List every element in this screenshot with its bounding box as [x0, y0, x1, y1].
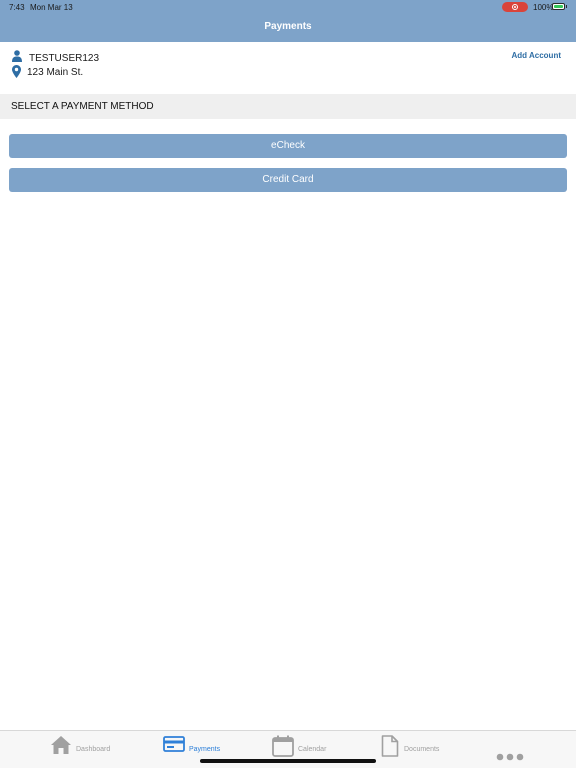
tab-more[interactable]: [494, 735, 524, 761]
location-pin-icon: [12, 65, 21, 78]
tab-payments[interactable]: Payments: [163, 735, 233, 759]
home-indicator[interactable]: [200, 759, 376, 763]
document-icon: [381, 735, 399, 757]
more-icon: [496, 753, 524, 761]
calendar-icon: [272, 735, 294, 757]
status-date: Mon Mar 13: [30, 3, 73, 12]
account-address: 123 Main St.: [27, 67, 84, 78]
tab-calendar[interactable]: Calendar: [272, 735, 342, 759]
battery-icon: [552, 3, 567, 10]
add-account-link[interactable]: Add Account: [512, 51, 561, 60]
person-icon: [12, 50, 22, 62]
home-icon: [51, 736, 71, 754]
tab-documents[interactable]: Documents: [381, 735, 451, 759]
status-time: 7:43: [9, 3, 25, 12]
account-info: TESTUSER123 123 Main St. Add Account: [0, 42, 576, 94]
section-header: SELECT A PAYMENT METHOD: [0, 94, 576, 119]
echeck-button[interactable]: eCheck: [9, 134, 567, 158]
battery-percentage: 100%: [533, 3, 554, 12]
status-bar: 7:43 Mon Mar 13 100%: [0, 0, 576, 14]
tab-payments-label: Payments: [189, 746, 221, 753]
account-username: TESTUSER123: [29, 53, 100, 64]
credit-card-button[interactable]: Credit Card: [9, 168, 567, 192]
tab-documents-label: Documents: [404, 746, 440, 753]
app-header: 7:43 Mon Mar 13 100% Payments: [0, 0, 576, 42]
section-title: SELECT A PAYMENT METHOD: [11, 101, 154, 112]
credit-card-icon: [163, 736, 185, 752]
page-title: Payments: [264, 21, 312, 32]
tab-dashboard[interactable]: Dashboard: [50, 735, 120, 759]
tab-dashboard-label: Dashboard: [76, 746, 111, 753]
tab-calendar-label: Calendar: [298, 746, 327, 753]
screen-recording-icon[interactable]: [502, 2, 528, 12]
